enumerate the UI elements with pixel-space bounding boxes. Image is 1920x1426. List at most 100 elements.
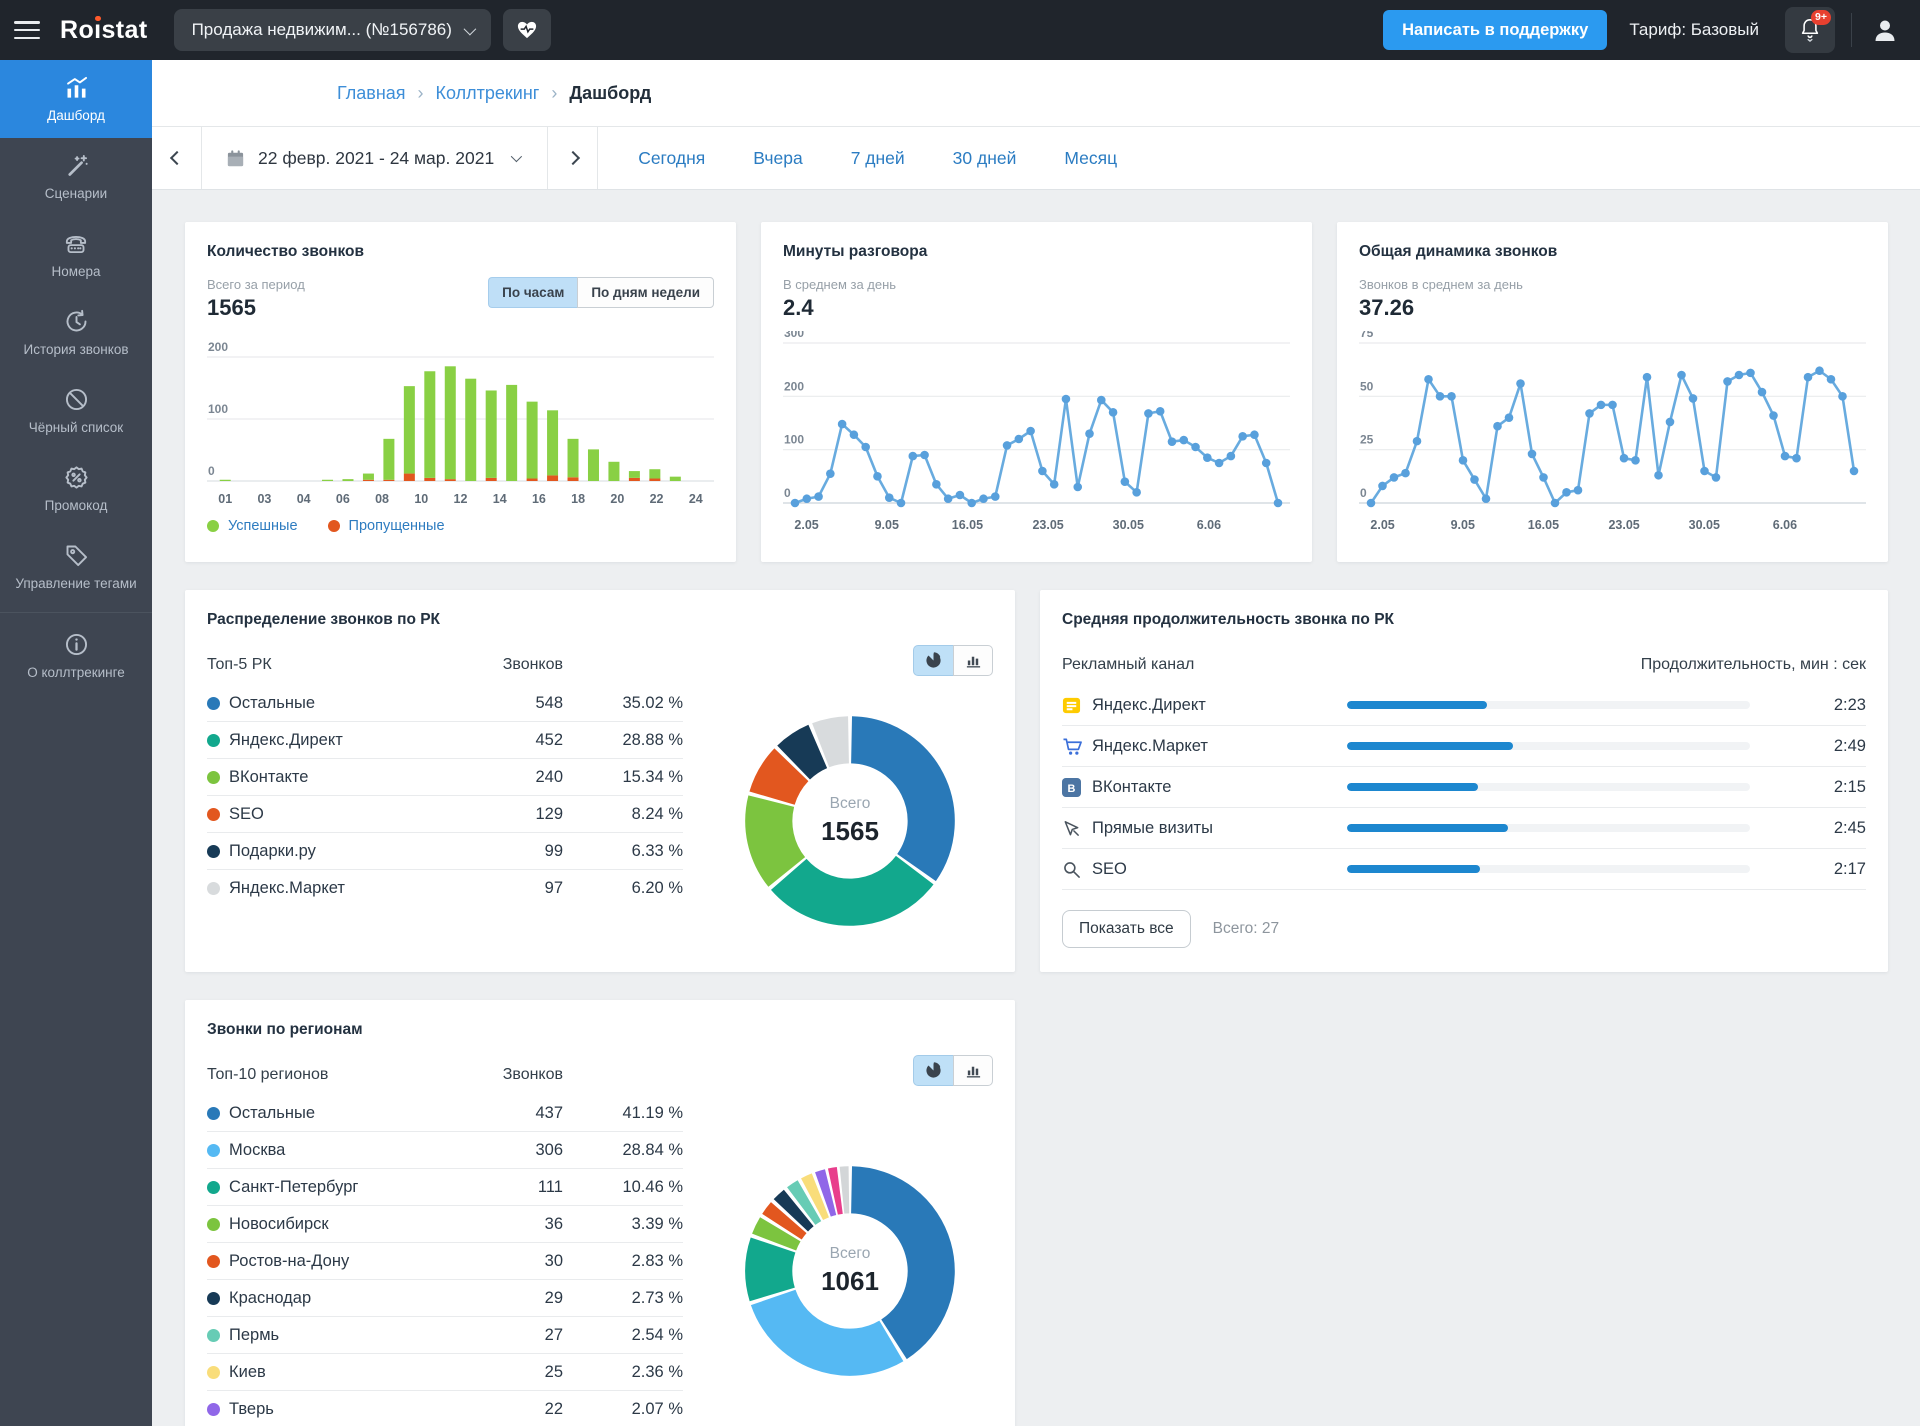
duration-table: Яндекс.Директ2:23Яндекс.Маркет2:49ВВКонт… (1062, 685, 1866, 890)
calls-bar-chart[interactable]: 200100001030406081012141618202224 (207, 333, 714, 509)
sidebar-item-numbers[interactable]: Номера (0, 216, 152, 294)
chevron-left-icon (169, 151, 183, 165)
table-row: Пермь272.54 % (207, 1317, 683, 1354)
notifications-button[interactable]: 9+ (1785, 7, 1835, 53)
chart-type-toggle (913, 1055, 993, 1086)
period-link-today[interactable]: Сегодня (638, 148, 705, 169)
row-value: 99 (483, 842, 563, 861)
next-period-button[interactable] (548, 127, 598, 189)
svg-text:6.06: 6.06 (1773, 518, 1797, 532)
sidebar-item-call-history[interactable]: История звонков (0, 294, 152, 372)
sidebar-item-scenarios[interactable]: Сценарии (0, 138, 152, 216)
stat-total: 1565 (207, 295, 305, 321)
row-name: Москва (229, 1141, 483, 1160)
date-range-label: 22 февр. 2021 - 24 мар. 2021 (258, 148, 494, 169)
svg-text:100: 100 (784, 433, 804, 447)
breadcrumb-separator-icon: › (551, 83, 557, 104)
dynamics-line-chart[interactable]: 75502502.059.0516.0523.0530.056.06 (1359, 331, 1866, 541)
tariff-label: Тариф: Базовый (1629, 20, 1759, 40)
series-color-dot (207, 1144, 220, 1157)
row-name: Яндекс.Директ (229, 731, 483, 750)
svg-text:24: 24 (689, 492, 703, 506)
svg-text:18: 18 (571, 492, 585, 506)
breadcrumb-home[interactable]: Главная (337, 83, 406, 104)
row-name: Санкт-Петербург (229, 1178, 483, 1197)
bar-view-button[interactable] (953, 1055, 993, 1086)
sidebar-item-promocode[interactable]: Промокод (0, 450, 152, 528)
minutes-line-chart[interactable]: 30020010002.059.0516.0523.0530.056.06 (783, 331, 1290, 541)
calls-view-toggle: По часам По дням недели (488, 277, 714, 308)
rk-table: Остальные54835.02 %Яндекс.Директ45228.88… (207, 685, 683, 907)
row-name: Остальные (229, 694, 483, 713)
svg-text:16: 16 (532, 492, 546, 506)
project-selector[interactable]: Продажа недвижим... (№156786) (174, 9, 491, 51)
rk-donut-chart[interactable]: Всего 1565 (719, 690, 981, 952)
duration-bar-track (1347, 742, 1750, 750)
row-value: 22 (483, 1400, 563, 1419)
svg-text:2.05: 2.05 (794, 518, 818, 532)
bar-view-button[interactable] (953, 645, 993, 676)
channel-name: Прямые визиты (1092, 819, 1347, 838)
pie-chart-icon (925, 1062, 942, 1079)
breadcrumb-calltracking[interactable]: Коллтрекинг (436, 83, 540, 104)
breadcrumb-separator-icon: › (418, 83, 424, 104)
duration-bar-fill (1347, 701, 1487, 709)
row-name: Киев (229, 1363, 483, 1382)
prev-period-button[interactable] (152, 127, 202, 189)
row-name: Яндекс.Маркет (229, 879, 483, 898)
period-link-yesterday[interactable]: Вчера (753, 148, 802, 169)
support-button[interactable]: Написать в поддержку (1383, 10, 1607, 50)
user-avatar[interactable] (1868, 13, 1902, 47)
topbar: Roıstat Продажа недвижим... (№156786) На… (0, 0, 1920, 60)
table-row: Киев252.36 % (207, 1354, 683, 1391)
pie-view-button[interactable] (913, 645, 953, 676)
legend-item-success[interactable]: Успешные (207, 518, 298, 534)
duration-bar-fill (1347, 783, 1478, 791)
topbar-divider (1851, 13, 1852, 47)
period-link-7days[interactable]: 7 дней (851, 148, 905, 169)
card-title: Минуты разговора (783, 243, 1290, 261)
legend-item-missed[interactable]: Пропущенные (328, 518, 445, 534)
svg-text:300: 300 (784, 331, 804, 340)
show-all-button[interactable]: Показать все (1062, 910, 1191, 948)
row-value: 129 (483, 805, 563, 824)
row-value: 306 (483, 1141, 563, 1160)
row-name: SEO (229, 805, 483, 824)
duration-bar-fill (1347, 824, 1508, 832)
health-button[interactable] (503, 9, 551, 51)
row-percent: 2.07 % (563, 1400, 683, 1419)
toggle-by-weekdays[interactable]: По дням недели (577, 277, 714, 308)
duration-value: 2:17 (1786, 860, 1866, 879)
chevron-right-icon (566, 151, 580, 165)
card-rk-duration: Средняя продолжительность звонка по РК Р… (1040, 590, 1888, 972)
date-range-picker[interactable]: 22 февр. 2021 - 24 мар. 2021 (202, 127, 548, 189)
regions-donut-chart[interactable]: Всего 1061 (719, 1140, 981, 1402)
period-link-30days[interactable]: 30 дней (953, 148, 1017, 169)
sidebar-item-blacklist[interactable]: Чёрный список (0, 372, 152, 450)
duration-value: 2:49 (1786, 737, 1866, 756)
sidebar-item-tag-management[interactable]: Управление тегами (0, 528, 152, 606)
toggle-by-hours[interactable]: По часам (488, 277, 577, 308)
row-value: 452 (483, 731, 563, 750)
row-name: Остальные (229, 1104, 483, 1123)
roistat-logo: Roıstat (60, 16, 148, 45)
series-color-dot (207, 845, 220, 858)
table-row: Остальные43741.19 % (207, 1095, 683, 1132)
card-title: Звонки по регионам (207, 1021, 993, 1039)
table-row: Новосибирск363.39 % (207, 1206, 683, 1243)
sidebar-item-about-calltracking[interactable]: О коллтрекинге (0, 617, 152, 695)
svg-text:14: 14 (493, 492, 507, 506)
sidebar-item-dashboard[interactable]: Дашборд (0, 60, 152, 138)
svg-text:03: 03 (257, 492, 271, 506)
table-row: SEO1298.24 % (207, 796, 683, 833)
legend-label: Пропущенные (349, 518, 445, 534)
pie-view-button[interactable] (913, 1055, 953, 1086)
series-color-dot (207, 808, 220, 821)
duration-bar-fill (1347, 742, 1513, 750)
svg-text:06: 06 (336, 492, 350, 506)
hamburger-menu-icon[interactable] (14, 19, 44, 41)
row-percent: 6.33 % (563, 842, 683, 861)
table-row: Подарки.ру996.33 % (207, 833, 683, 870)
channel-name: Яндекс.Директ (1092, 696, 1347, 715)
period-link-month[interactable]: Месяц (1064, 148, 1117, 169)
